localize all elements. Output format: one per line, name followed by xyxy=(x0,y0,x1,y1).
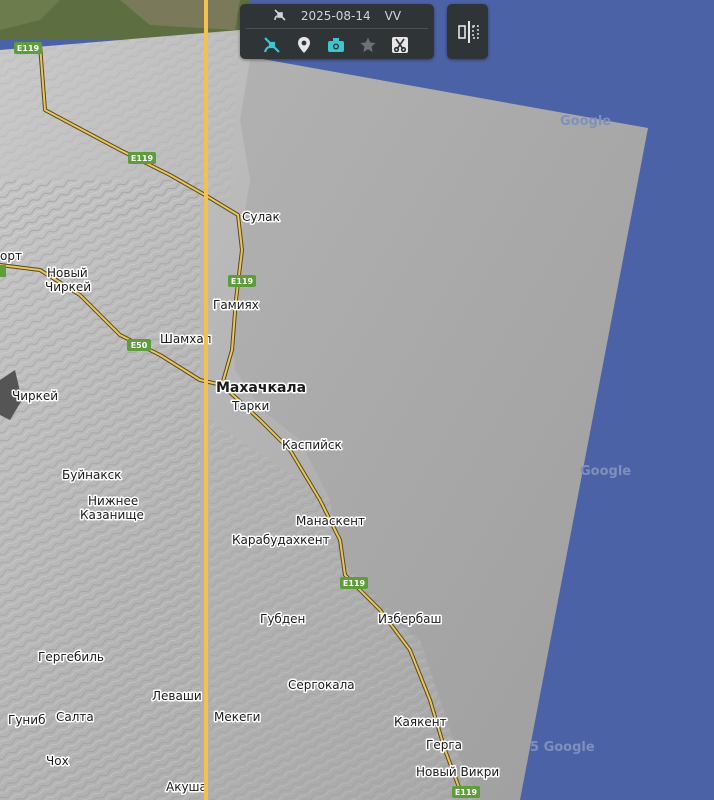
place-label: Буйнакск xyxy=(62,468,121,482)
place-label: орт xyxy=(0,249,22,263)
road-shield-partial xyxy=(0,265,6,277)
road-shield: E119 xyxy=(128,152,156,164)
acquisition-date: 2025-08-14 xyxy=(300,9,371,23)
split-view-icon xyxy=(457,20,479,43)
road-shield: E119 xyxy=(14,42,42,54)
place-label: Герга xyxy=(426,738,462,752)
map-view[interactable]: E119 E119 E119 E50 E119 E119 Сулак Новый… xyxy=(0,0,714,800)
place-label: Леваши xyxy=(152,689,202,703)
satellite-layer-button[interactable] xyxy=(262,35,282,55)
place-label: Гергебиль xyxy=(38,650,104,664)
svg-text:E119: E119 xyxy=(455,788,478,797)
google-watermark: Google xyxy=(560,114,611,129)
screenshot-button[interactable] xyxy=(326,35,346,55)
scissors-icon xyxy=(392,37,408,53)
satellite-icon xyxy=(273,8,287,25)
place-label: Губден xyxy=(260,612,305,626)
toolbar-divider xyxy=(246,28,428,29)
split-view-toggle-button[interactable] xyxy=(447,4,488,59)
place-label: Чиркей xyxy=(45,280,91,294)
place-label-city: Махачкала xyxy=(216,380,306,396)
place-label: Карабудахкент xyxy=(232,533,330,547)
place-label: Каспийск xyxy=(282,438,342,452)
svg-text:E119: E119 xyxy=(231,277,254,286)
toolbar-info: 2025-08-14 VV xyxy=(240,4,434,28)
favorite-button[interactable] xyxy=(358,35,378,55)
place-label: Гамиях xyxy=(213,298,259,312)
road-shield: E119 xyxy=(452,786,480,798)
place-label: Чиркей xyxy=(12,389,58,403)
place-label: Акуша xyxy=(166,780,207,794)
satellite-icon xyxy=(263,37,280,53)
place-label: Сергокала xyxy=(288,678,355,692)
svg-text:E119: E119 xyxy=(131,154,154,163)
place-label: Новый xyxy=(47,266,88,280)
place-label: Каякент xyxy=(394,715,447,729)
place-label: Манаскент xyxy=(296,514,365,528)
place-label: Новый Викри xyxy=(416,765,499,779)
clip-button[interactable] xyxy=(390,35,410,55)
place-label: Мекеги xyxy=(214,710,260,724)
svg-text:E119: E119 xyxy=(17,44,40,53)
location-pin-icon xyxy=(298,37,310,53)
star-icon xyxy=(360,37,376,52)
mountain-texture xyxy=(0,180,200,800)
toolbar-actions xyxy=(262,32,410,58)
image-toolbar: 2025-08-14 VV xyxy=(240,4,434,59)
place-label: Избербаш xyxy=(378,612,442,626)
place-label: Сулак xyxy=(242,210,280,224)
place-label: Нижнее xyxy=(88,494,138,508)
place-label: Тарки xyxy=(231,399,269,413)
place-label: Чох xyxy=(46,754,69,768)
svg-text:E50: E50 xyxy=(131,341,148,350)
road-shield: E50 xyxy=(127,339,151,351)
google-watermark: Google xyxy=(580,464,631,479)
place-label: Салта xyxy=(56,710,94,724)
place-label: Шамхал xyxy=(160,332,211,346)
polarization-label: VV xyxy=(384,9,402,23)
place-label: Казанище xyxy=(80,508,144,522)
svg-text:E119: E119 xyxy=(343,579,366,588)
road-shield: E119 xyxy=(340,577,368,589)
split-divider-handle[interactable] xyxy=(204,0,208,800)
google-watermark: 5 Google xyxy=(530,740,595,755)
road-shield: E119 xyxy=(228,275,256,287)
place-label: Гуниб xyxy=(8,713,45,727)
camera-icon xyxy=(328,38,344,52)
location-button[interactable] xyxy=(294,35,314,55)
